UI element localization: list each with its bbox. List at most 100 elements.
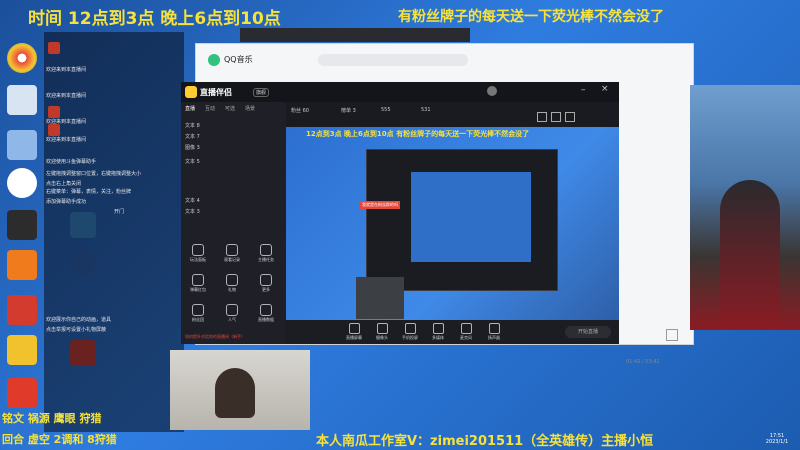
layer-item[interactable]: 文本 7 bbox=[185, 133, 200, 140]
header-stat: 555 bbox=[381, 107, 391, 113]
side-button[interactable]: 直播数据 bbox=[253, 302, 279, 324]
minimize-icon[interactable]: – bbox=[581, 85, 586, 95]
webcam-thumbnail bbox=[356, 277, 404, 319]
qq-music-title: QQ音乐 bbox=[224, 55, 253, 64]
orange-app-icon[interactable] bbox=[7, 250, 37, 280]
toolbar-strip bbox=[240, 28, 470, 42]
version-badge: 旗舰 bbox=[253, 88, 270, 97]
multimedia-button[interactable]: 多媒体 bbox=[427, 322, 449, 341]
stream-preview[interactable]: 12点到3点 晚上6点到10点 有粉丝牌子的每天送一下荧光棒不然会没了 我就是在… bbox=[286, 127, 619, 320]
side-button[interactable]: 粉丝团 bbox=[185, 302, 211, 324]
data-icon bbox=[260, 304, 272, 316]
chat-line: 右键菜单：弹幕，表情，关注，粉丝牌 bbox=[46, 189, 132, 195]
avatar bbox=[48, 42, 60, 54]
clock-date: 2023/1/1 bbox=[765, 439, 789, 445]
share-icon[interactable] bbox=[565, 112, 575, 122]
tab-interact[interactable]: 互动 bbox=[205, 105, 215, 112]
taskbar-clock[interactable]: 17:51 2023/1/1 bbox=[758, 433, 796, 445]
chat-line: 添加弹幕助手成功 bbox=[46, 199, 87, 205]
app-icon[interactable] bbox=[7, 210, 37, 240]
danmaku-chat-panel[interactable]: 欢迎来到本直播间 欢迎来到本直播间 欢迎来到本直播间 欢迎来到本直播间 欢迎使用… bbox=[44, 32, 184, 432]
grid-icon bbox=[192, 244, 204, 256]
square-icon[interactable] bbox=[666, 329, 678, 341]
layer-item[interactable]: 文本 5 bbox=[185, 158, 200, 165]
studio-bottom-bar: 直播屏幕 摄像头 手机投屏 多媒体 麦克风 扬声器 开始直播 bbox=[285, 320, 619, 344]
tab-scene[interactable]: 场景 bbox=[245, 105, 255, 112]
studio-titlebar: 直播伴侣 旗舰 – × bbox=[181, 82, 619, 102]
red-envelope-icon bbox=[192, 274, 204, 286]
red-app-icon[interactable] bbox=[7, 295, 37, 325]
live-studio-window[interactable]: 直播伴侣 旗舰 – × 直播 互动 可选 场景 文本 8 文本 7 图像 3 文… bbox=[181, 82, 619, 344]
side-button[interactable]: 礼物 bbox=[219, 272, 245, 294]
task-icon bbox=[260, 244, 272, 256]
nested-preview-inner bbox=[411, 172, 531, 262]
chat-line: 点击右上角关闭 bbox=[46, 181, 82, 187]
yellow-app-icon[interactable] bbox=[7, 335, 37, 365]
monitor-icon bbox=[348, 323, 360, 334]
more-icon bbox=[260, 274, 272, 286]
playback-time: 01:42 / 03:41 bbox=[626, 359, 660, 365]
chat-line: 点击举报可设置小礼物屏蔽 bbox=[46, 327, 107, 333]
settings-icon[interactable] bbox=[551, 112, 561, 122]
network-icon[interactable] bbox=[7, 130, 37, 160]
rune-overlay: 铭文 祸源 鹰眼 狩猎 bbox=[2, 412, 102, 425]
header-stat: 531 bbox=[421, 107, 431, 113]
tab-optional[interactable]: 可选 bbox=[225, 105, 235, 112]
qq-music-logo bbox=[208, 54, 220, 66]
studio-ad-overlay: 本人南瓜工作室V：zimei201511（全英雄传）主播小恒 bbox=[316, 434, 654, 449]
notice-link[interactable]: 如何提升对话你的直播间（新手） bbox=[185, 334, 245, 340]
tab-live[interactable]: 直播 bbox=[185, 105, 195, 112]
desktop-icon-column bbox=[2, 40, 44, 425]
microphone-button[interactable]: 麦克风 bbox=[455, 322, 477, 341]
qq-icon[interactable] bbox=[7, 168, 37, 198]
play-icon bbox=[432, 323, 444, 334]
pc-icon[interactable] bbox=[7, 85, 37, 115]
chat-line: 开门 bbox=[114, 209, 125, 215]
close-icon[interactable]: × bbox=[601, 84, 609, 94]
header-stat: 榜单 3 bbox=[341, 108, 356, 114]
chat-line: 欢迎来到本直播间 bbox=[46, 67, 87, 73]
start-live-button[interactable]: 开始直播 bbox=[565, 326, 611, 338]
avatar[interactable] bbox=[487, 86, 497, 96]
side-button[interactable]: 人气 bbox=[219, 302, 245, 324]
search-input[interactable] bbox=[318, 54, 468, 66]
layer-item[interactable]: 图像 3 bbox=[185, 144, 200, 151]
streamer-figure bbox=[215, 368, 255, 418]
fans-icon bbox=[192, 304, 204, 316]
side-button[interactable]: 主播任务 bbox=[253, 242, 279, 264]
side-button[interactable]: 观看记录 bbox=[219, 242, 245, 264]
chrome-icon[interactable] bbox=[7, 43, 37, 73]
phone-cast-button[interactable]: 手机投屏 bbox=[399, 322, 421, 341]
camera-button[interactable]: 摄像头 bbox=[371, 322, 393, 341]
layer-item[interactable]: 文本 3 bbox=[185, 208, 200, 215]
speaker-icon bbox=[488, 323, 500, 334]
schedule-overlay: 时间 12点到3点 晚上6点到10点 bbox=[28, 9, 281, 29]
microphone-icon bbox=[460, 323, 472, 334]
chat-line: 欢迎使用斗鱼弹幕助手 bbox=[46, 159, 97, 165]
rune-overlay-2: 回合 虚空 2调和 8狩猎 bbox=[2, 433, 117, 446]
studio-sidebar: 直播 互动 可选 场景 文本 8 文本 7 图像 3 文本 5 文本 4 文本 … bbox=[181, 102, 286, 344]
lock-icon[interactable] bbox=[537, 112, 547, 122]
notice-overlay: 有粉丝牌子的每天送一下荧光棒不然会没了 bbox=[398, 9, 664, 25]
chat-line: 欢迎来到本直播间 bbox=[46, 137, 87, 143]
side-button[interactable]: 更多 bbox=[253, 272, 279, 294]
webcam-feed bbox=[170, 350, 310, 430]
layer-item[interactable]: 文本 8 bbox=[185, 122, 200, 129]
layer-item[interactable]: 文本 4 bbox=[185, 197, 200, 204]
chat-line: 欢迎展示你自己的动画，道具 bbox=[46, 317, 112, 323]
chat-line: 左键拖拽调整窗口位置，右键拖拽调整大小 bbox=[46, 171, 142, 177]
studio-logo-icon bbox=[185, 86, 197, 98]
character-figure bbox=[720, 180, 780, 330]
popularity-icon bbox=[226, 304, 238, 316]
speaker-button[interactable]: 扬声器 bbox=[483, 322, 505, 341]
side-button[interactable]: 玩法面板 bbox=[185, 242, 211, 264]
anime-video-panel bbox=[690, 85, 800, 330]
avatar bbox=[48, 124, 60, 136]
side-button[interactable]: 弹幕红包 bbox=[185, 272, 211, 294]
chat-line: 欢迎来到本直播间 bbox=[46, 93, 87, 99]
screen-share-button[interactable]: 直播屏幕 bbox=[343, 322, 365, 341]
preview-badge: 我就是在粉丝群的吗 bbox=[360, 201, 400, 209]
red-square-icon[interactable] bbox=[7, 378, 37, 408]
studio-title: 直播伴侣 bbox=[200, 88, 232, 97]
avatar bbox=[48, 106, 60, 118]
